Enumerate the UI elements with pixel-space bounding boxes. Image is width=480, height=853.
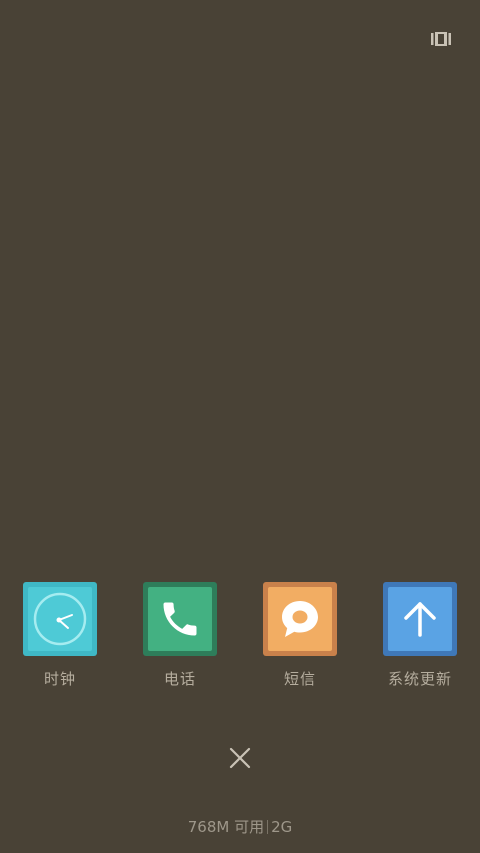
clear-all-button[interactable]: [226, 744, 254, 772]
recent-app-messages[interactable]: 短信: [250, 582, 350, 692]
app-tile: [143, 582, 217, 656]
clock-icon: [33, 592, 87, 646]
recent-apps-screen: 时钟 电话 短信 系统更新 768M 可用 2G: [0, 0, 480, 853]
memory-total: 2G: [271, 818, 293, 836]
app-label: 时钟: [43, 670, 76, 688]
recent-apps-toggle-icon: [431, 32, 451, 46]
app-tile: [383, 582, 457, 656]
message-icon: [282, 601, 318, 637]
app-label: 电话: [163, 670, 196, 688]
memory-status: 768M 可用 2G: [0, 816, 480, 837]
recent-app-phone[interactable]: 电话: [130, 582, 230, 692]
app-tile: [23, 582, 97, 656]
recent-app-system-update[interactable]: 系统更新: [370, 582, 470, 692]
memory-divider: [267, 820, 269, 834]
arrow-up-icon: [404, 602, 436, 637]
app-tile: [263, 582, 337, 656]
recent-apps-row: 时钟 电话 短信 系统更新: [0, 582, 480, 692]
recent-app-clock[interactable]: 时钟: [10, 582, 110, 692]
memory-available: 768M 可用: [187, 818, 265, 836]
app-label: 短信: [283, 670, 316, 688]
view-toggle-button[interactable]: [428, 28, 454, 50]
close-icon: [229, 747, 251, 769]
phone-icon: [163, 602, 197, 636]
app-label: 系统更新: [387, 670, 452, 688]
